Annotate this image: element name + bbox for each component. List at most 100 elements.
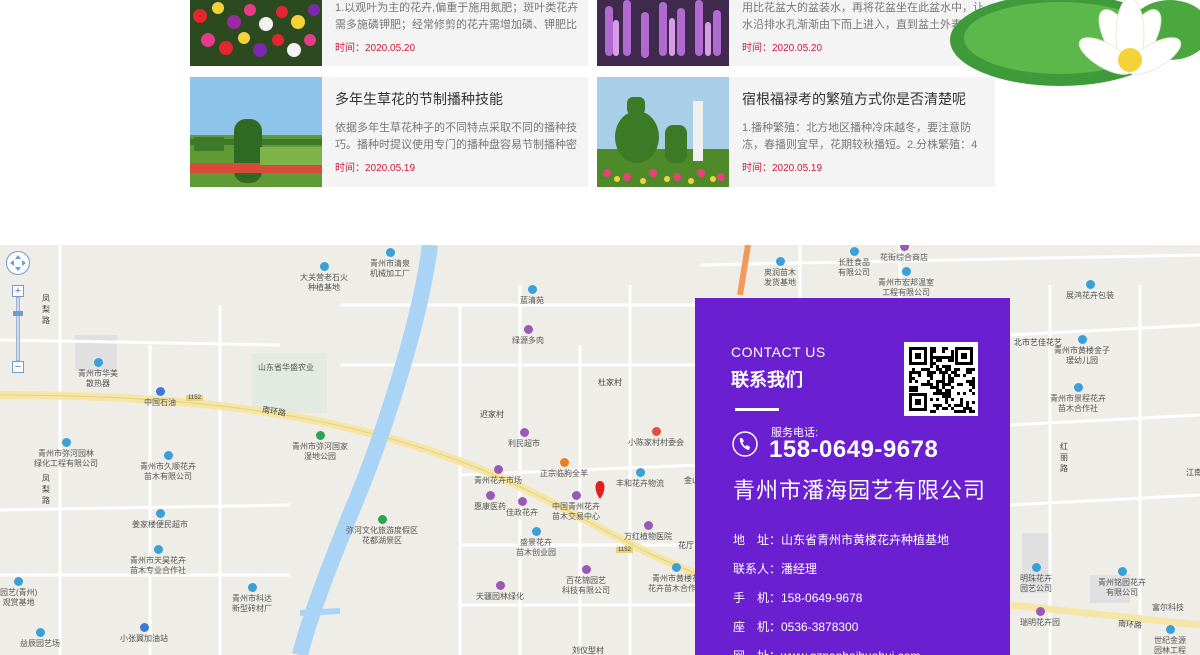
website-row[interactable]: 网 址：www.qzpanhaihuahui.com bbox=[733, 642, 949, 655]
map-poi[interactable]: 山东省华盛农业 bbox=[258, 363, 314, 373]
map-poi[interactable]: 花街综合商店 bbox=[880, 245, 928, 263]
map-poi[interactable]: 世纪金源 园林工程 bbox=[1154, 625, 1186, 655]
map-poi[interactable]: 青州市景程花卉 苗木合作社 bbox=[1050, 383, 1106, 414]
poi-marker-icon bbox=[1035, 607, 1045, 616]
news-card[interactable]: 用比花盆大的盆装水，再将花盆坐在此盆水中，让水沿排水孔渐渐由下而上进入，直到盆土… bbox=[597, 0, 995, 66]
map-poi[interactable]: 长胜食品 有限公司 bbox=[838, 247, 870, 278]
road-label: 江南 bbox=[1186, 468, 1200, 477]
poi-label: 青州铭园花卉 有限公司 bbox=[1098, 578, 1146, 597]
map-poi[interactable]: 青州市科达 新型砖材厂 bbox=[232, 583, 272, 614]
map-poi[interactable]: 青州市弥河国家 湿地公园 bbox=[292, 431, 348, 462]
map-poi[interactable]: 弥河文化旅游度假区 花都湖景区 bbox=[346, 515, 418, 546]
map-poi[interactable]: 青州铭园花卉 有限公司 bbox=[1098, 567, 1146, 598]
poi-marker-icon bbox=[247, 583, 257, 592]
poi-marker-icon bbox=[775, 257, 785, 266]
map-poi[interactable]: 奥润苗木 发货基地 bbox=[764, 257, 796, 288]
poi-marker-icon bbox=[319, 262, 329, 271]
poi-label: 益辰园艺场 bbox=[20, 639, 60, 648]
poi-marker-icon bbox=[1077, 335, 1087, 344]
map-poi[interactable]: 天疆园林绿化 bbox=[476, 581, 524, 602]
contact-title-cn: 联系我们 bbox=[731, 370, 803, 390]
poi-marker-icon bbox=[635, 468, 645, 477]
zoom-out-button[interactable]: − bbox=[12, 361, 24, 373]
map-poi[interactable]: 中国青州花卉 苗木交易中心 bbox=[552, 491, 600, 522]
pan-arrows-icon bbox=[10, 255, 26, 271]
map-poi[interactable]: 益辰园艺场 bbox=[20, 628, 60, 649]
map-poi[interactable]: 姜家楼便民超市 bbox=[132, 509, 188, 530]
map-poi[interactable]: 瑞明花卉园 bbox=[1020, 607, 1060, 628]
poi-marker-icon bbox=[493, 465, 503, 474]
poi-marker-icon bbox=[1165, 625, 1175, 634]
map-poi[interactable]: 青州市弥河园林 绿化工程有限公司 bbox=[34, 438, 98, 469]
poi-label: 佳政花卉 bbox=[506, 508, 538, 517]
poi-label: 青州市弥河国家 湿地公园 bbox=[292, 442, 348, 461]
map-poi[interactable]: 中国石油 bbox=[144, 387, 176, 408]
map-poi[interactable]: 青州市黄楼金子 瑷幼儿园 bbox=[1054, 335, 1110, 366]
poi-marker-icon bbox=[651, 427, 661, 436]
poi-marker-icon bbox=[899, 245, 909, 251]
map-poi[interactable]: 大关营老石火 种植基地 bbox=[300, 262, 348, 293]
map-zoom-control[interactable]: + − bbox=[6, 251, 30, 373]
map-poi[interactable]: 小陈家村村委会 bbox=[628, 427, 684, 448]
news-card[interactable]: 多年生草花的节制播种技能 依据多年生草花种子的不同特点采取不同的播种技巧。播种时… bbox=[190, 77, 588, 187]
map-poi[interactable]: 青州市天昊花卉 苗木专业合作社 bbox=[130, 545, 186, 576]
poi-label: 奥润苗木 发货基地 bbox=[764, 268, 796, 287]
title-divider bbox=[735, 408, 779, 411]
news-title[interactable]: 多年生草花的节制播种技能 bbox=[335, 90, 580, 108]
news-body: 宿根福禄考的繁殖方式你是否清楚呢 1.播种繁殖：北方地区播种冷床越冬，要注意防冻… bbox=[742, 77, 987, 175]
poi-label: 青州市宏邦温室 工程有限公司 bbox=[878, 278, 934, 297]
poi-marker-icon bbox=[901, 267, 911, 276]
map-poi[interactable]: 佳政花卉 bbox=[506, 497, 538, 518]
page: 1.以观叶为主的花卉,偏重于施用氮肥；斑叶类花卉需多施磷钾肥；经常修剪的花卉需增… bbox=[0, 0, 1200, 655]
map-poi[interactable]: 青州市清泉 机械加工厂 bbox=[370, 248, 410, 279]
news-card[interactable]: 1.以观叶为主的花卉,偏重于施用氮肥；斑叶类花卉需多施磷钾肥；经常修剪的花卉需增… bbox=[190, 0, 588, 66]
map-poi[interactable]: 盛景花卉 苗木创业园 bbox=[516, 527, 556, 558]
map-poi[interactable]: 青州市华美 散热器 bbox=[78, 358, 118, 389]
news-title[interactable]: 宿根福禄考的繁殖方式你是否清楚呢 bbox=[742, 90, 987, 108]
service-phone-number[interactable]: 158-0649-9678 bbox=[769, 436, 938, 464]
news-thumbnail-garden[interactable] bbox=[190, 77, 322, 187]
poi-label: 世纪金源 园林工程 bbox=[1154, 636, 1186, 655]
map-poi[interactable]: 青州市宏邦温室 工程有限公司 bbox=[878, 267, 934, 298]
map-poi[interactable]: 青州花卉市场 bbox=[474, 465, 522, 486]
map-poi[interactable]: 绿源多肉 bbox=[512, 325, 544, 346]
poi-marker-icon bbox=[385, 248, 395, 257]
lotus-decoration-icon bbox=[940, 0, 1200, 90]
map-poi[interactable]: 利民超市 bbox=[508, 428, 540, 449]
poi-marker-icon bbox=[523, 325, 533, 334]
map-poi[interactable]: 富尔科技 bbox=[1152, 603, 1184, 613]
location-map[interactable]: 青州市清泉 机械加工厂 大关营老石火 种植基地 蓝清苑 绿源多肉 青州市华美 散热器 … bbox=[0, 245, 1200, 655]
news-date: 时间：2020.05.20 bbox=[335, 43, 416, 54]
poi-label: 园艺(青州) 观赏基地 bbox=[0, 588, 38, 607]
map-poi[interactable]: 万红植物医院 bbox=[624, 521, 672, 542]
road-label: 迟家村 bbox=[480, 410, 504, 419]
map-poi[interactable]: 百花锦园艺 科技有限公司 bbox=[562, 565, 610, 596]
road-label: 花厅 bbox=[678, 541, 694, 550]
map-poi[interactable]: 惠康医药 bbox=[474, 491, 506, 512]
poi-marker-icon bbox=[1085, 280, 1095, 289]
mobile-row[interactable]: 手 机：158-0649-9678 bbox=[733, 584, 949, 613]
map-poi[interactable]: 小张翼加油站 bbox=[120, 623, 168, 644]
map-poi[interactable]: 蓝清苑 bbox=[520, 285, 544, 306]
map-poi[interactable]: 展鸿花卉包装 bbox=[1066, 280, 1114, 301]
poi-label: 姜家楼便民超市 bbox=[132, 520, 188, 529]
map-poi[interactable]: 园艺(青州) 观赏基地 bbox=[0, 577, 37, 608]
map-poi[interactable]: 青州市久顺花卉 苗木有限公司 bbox=[140, 451, 196, 482]
zoom-slider-handle[interactable] bbox=[13, 311, 23, 316]
landline-row[interactable]: 座 机：0536-3878300 bbox=[733, 613, 949, 642]
map-poi[interactable]: 正宗临朐全羊 bbox=[540, 458, 588, 479]
news-thumbnail-topiary[interactable] bbox=[597, 77, 729, 187]
poi-marker-icon bbox=[643, 521, 653, 530]
company-name: 青州市潘海园艺有限公司 bbox=[733, 478, 987, 503]
news-card[interactable]: 宿根福禄考的繁殖方式你是否清楚呢 1.播种繁殖：北方地区播种冷床越冬，要注意防冻… bbox=[597, 77, 995, 187]
poi-marker-icon bbox=[61, 438, 71, 447]
map-poi[interactable]: 明珠花卉 园艺公司 bbox=[1020, 563, 1052, 594]
poi-label: 山东省华盛农业 bbox=[258, 363, 314, 372]
zoom-slider-track[interactable] bbox=[16, 297, 20, 361]
map-poi[interactable]: 丰和花卉物流 bbox=[616, 468, 664, 489]
news-thumbnail-lupines[interactable] bbox=[597, 0, 729, 66]
news-thumbnail-flowers[interactable] bbox=[190, 0, 322, 66]
map-pan-control[interactable] bbox=[6, 251, 30, 275]
zoom-in-button[interactable]: + bbox=[12, 285, 24, 297]
road-label: 红丽路 bbox=[1060, 442, 1068, 473]
